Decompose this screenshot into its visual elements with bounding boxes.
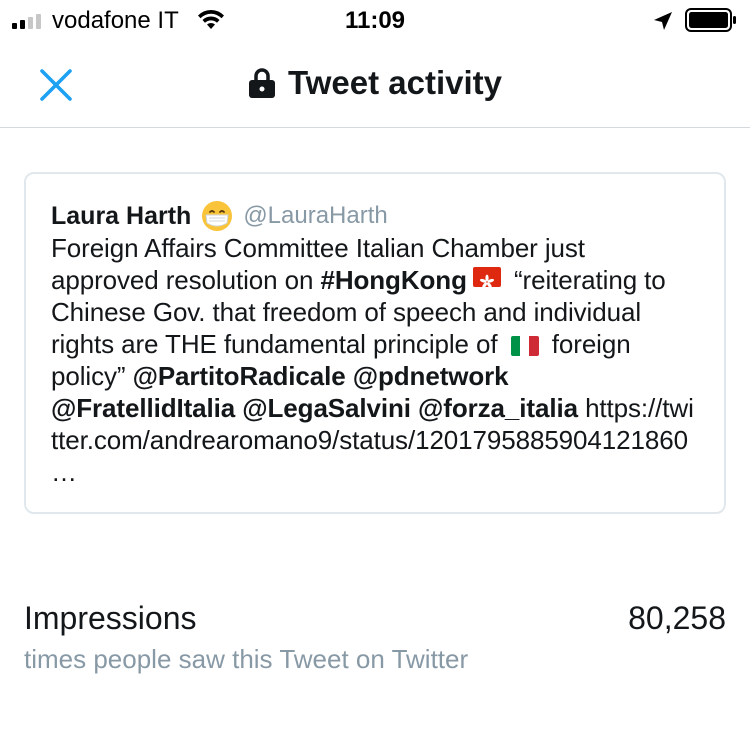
hashtag-link[interactable]: #HongKong: [320, 265, 467, 295]
face-with-mask-icon: [202, 201, 233, 231]
tweet-author-row: Laura Harth @LauraHarth: [51, 200, 699, 232]
mention-link[interactable]: @forza_italia: [418, 393, 578, 423]
impressions-value: 80,258: [628, 600, 726, 636]
location-arrow-icon: [654, 12, 672, 30]
author-name: Laura Harth: [51, 201, 192, 230]
mention-link[interactable]: @FratellidItalia: [51, 393, 235, 423]
impressions-label: Impressions: [24, 600, 197, 636]
mention-link[interactable]: @pdnetwork: [353, 361, 509, 391]
mention-link[interactable]: @PartitoRadicale: [133, 361, 346, 391]
author-handle[interactable]: @LauraHarth: [243, 202, 387, 230]
tweet-text: Foreign Affairs Committee Italian Chambe…: [51, 232, 699, 488]
page-title: Tweet activity: [288, 64, 502, 101]
italy-flag-icon: [510, 336, 539, 356]
tweet-text-segment: Foreign Affairs Committee Italian Chambe…: [51, 233, 585, 295]
status-time: 11:09: [344, 7, 406, 34]
hong-kong-flag-icon: [472, 267, 501, 289]
status-bar: vodafone IT 11:09: [0, 0, 750, 40]
mention-link[interactable]: @LegaSalvini: [242, 393, 411, 423]
impressions-description: times people saw this Tweet on Twitter: [24, 644, 469, 674]
battery-icon: [685, 8, 736, 32]
title-group: Tweet activity: [0, 64, 750, 102]
nav-header: Tweet activity: [0, 40, 750, 128]
tweet-card[interactable]: Laura Harth @LauraHarth Foreign Affairs …: [24, 172, 726, 514]
lock-icon: [249, 68, 276, 98]
